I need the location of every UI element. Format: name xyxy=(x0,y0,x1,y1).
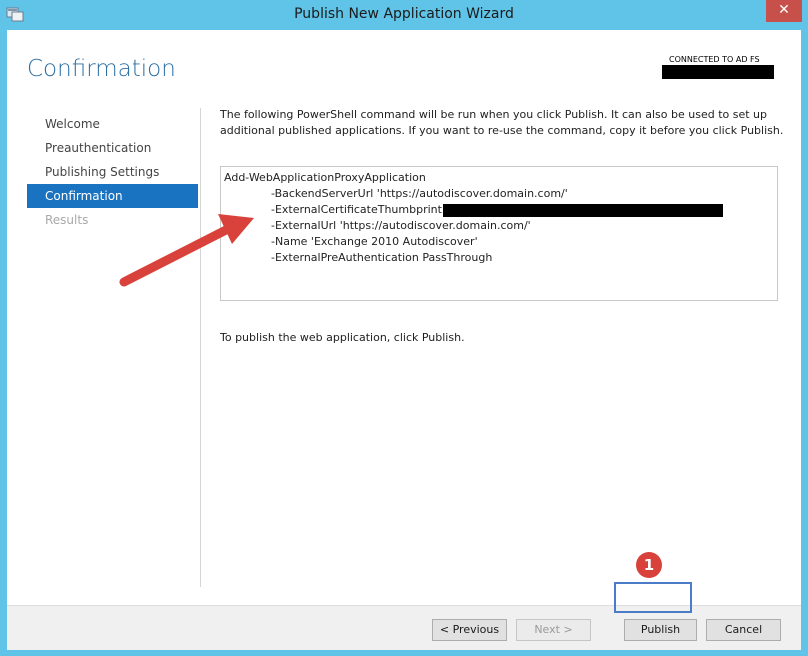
annotation-arrow-icon xyxy=(119,214,254,287)
